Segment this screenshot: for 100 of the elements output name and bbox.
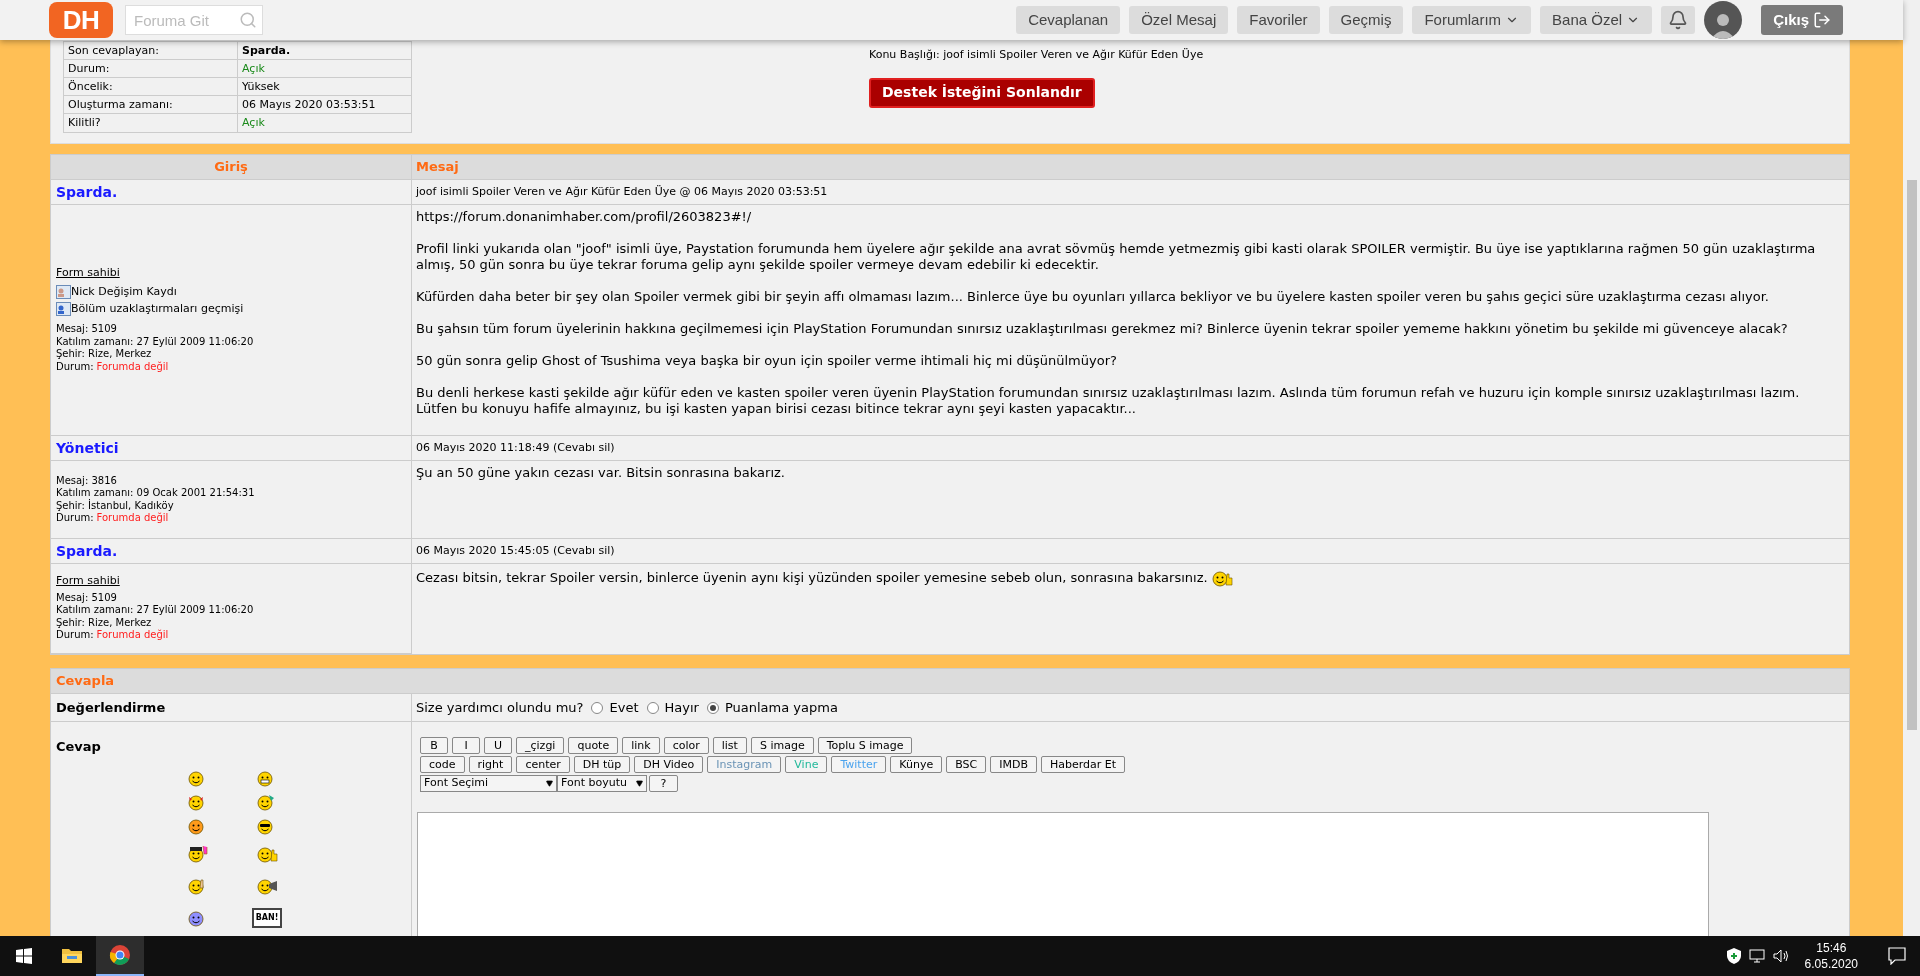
radio-label[interactable]: Puanlama yapma xyxy=(724,697,838,718)
member-stat: Şehir: Rize, Merkez xyxy=(56,616,153,629)
owner-link[interactable]: Form sahibi xyxy=(56,266,120,280)
format-button[interactable]: BSC xyxy=(946,756,987,773)
avatar[interactable] xyxy=(1704,1,1743,39)
format-button[interactable]: code xyxy=(420,756,465,773)
post-meta: 06 Mayıs 2020 11:18:49 (Cevabı sil) xyxy=(416,439,615,456)
taskbar-app[interactable] xyxy=(96,936,144,976)
status-value: Forumda değil xyxy=(96,360,169,374)
font-select[interactable]: Font Seçimi xyxy=(420,775,557,792)
nav-button[interactable]: Özel Mesaj xyxy=(1129,6,1229,34)
megaphone-smiley-icon[interactable] xyxy=(255,876,279,896)
radio-button[interactable] xyxy=(591,701,604,714)
thumbs-up-smiley-icon[interactable] xyxy=(1209,568,1234,588)
member-stat: Mesaj: 3816 xyxy=(56,474,118,487)
clock[interactable]: 15:46 6.05.2020 xyxy=(1798,940,1864,972)
scrollbar[interactable] xyxy=(1903,0,1920,936)
ban-sign-icon[interactable]: BAN! xyxy=(251,908,283,928)
size-select[interactable]: Font boyutu xyxy=(557,775,647,792)
rating-question: Size yardımcı olundu mu? xyxy=(416,698,584,717)
format-button[interactable]: I xyxy=(452,737,480,754)
message-paragraph: Profil linki yukarıda olan "joof" isimli üye, Paystation forumunda hem üyelere ağır şekilde ana avrat sövmüş hemde yetmezmiş gibi kasti olarak SPOILER vermiştir. Bu üye ise yaptıklarına rağmen 50 gün uzaklaştırma almış, 50 gün sonra bu üye tekrar foruma gelip aynı şekilde spoiler vermeye devam edebilir ki edecektir. xyxy=(416,241,1817,273)
search-field[interactable]: Foruma Git xyxy=(125,5,263,35)
status-value: Forumda değil xyxy=(96,629,169,642)
speaker-icon xyxy=(1772,949,1791,963)
message-paragraph: 50 gün sonra gelip Ghost of Tsushima veya başka bir oyun için spoiler verme ihtimali hiç mi düşünülmüyor? xyxy=(416,353,1118,369)
answer-label: Cevap xyxy=(56,739,101,754)
scrollbar-thumb[interactable] xyxy=(1906,180,1917,730)
message-paragraph: Bu denli herkese kasti şekilde ağır küfür eden ve kasten spoiler veren üyenin PlayStation forumundan sınırsız uzaklaştırılması lazım. Aslında tüm forumun refah ve huzuru için komple sınırsız uzaklaştırılması lazım. Lütfen bu konuyu hafife almayınız, bu işi kasten yapan birisi cezası bitince tekrar aynı şeyi kasten yapacaktır... xyxy=(416,385,1801,417)
post-meta: 06 Mayıs 2020 15:45:05 (Cevabı sil) xyxy=(416,542,615,559)
format-button[interactable]: Künye xyxy=(890,756,943,773)
format-button[interactable]: color xyxy=(663,737,709,754)
section-title: Cevapla xyxy=(56,672,115,691)
author-name[interactable]: Sparda. xyxy=(56,181,118,203)
status-value: Forumda değil xyxy=(96,512,169,525)
nav-button[interactable]: Cevaplanan xyxy=(1016,6,1121,34)
format-button[interactable]: list xyxy=(712,737,747,754)
radio-button[interactable] xyxy=(646,701,659,714)
close-ticket-button[interactable]: Destek İsteğini Sonlandır xyxy=(869,77,1095,108)
windows-logo-icon xyxy=(16,948,32,964)
format-button[interactable]: B xyxy=(420,737,448,754)
field-value: Yüksek xyxy=(241,79,281,95)
profile-link[interactable]: Nick Değişim Kaydı xyxy=(71,283,177,301)
nav-button[interactable]: Bana Özel xyxy=(1540,6,1653,34)
status-label: Durum: xyxy=(56,360,94,374)
exit-icon xyxy=(1813,11,1831,29)
member-stat: Katılım zamanı: 27 Eylül 2009 11:06:20 xyxy=(56,335,255,349)
field-label: Kilitli? xyxy=(64,114,238,132)
author-name[interactable]: Yönetici xyxy=(56,437,119,459)
nav-button[interactable]: Favoriler xyxy=(1237,6,1320,34)
format-button[interactable]: DH tüp xyxy=(573,756,631,773)
format-button[interactable]: IMDB xyxy=(990,756,1037,773)
message-paragraph: Küfürden daha beter bir şey olan Spoiler vermek gibi bir şeyin affı olmaması lazım... Binlerce üye bu oyunları yıllarca bekliyor ve bu üyelere kasten spoiler veren bu şahıs geçici süre uzaklaştırma cezası alıyor. xyxy=(416,289,1770,305)
field-value: Sparda. xyxy=(241,43,292,59)
smiley-icon[interactable] xyxy=(186,844,210,864)
post-meta: joof isimli Spoiler Veren ve Ağır Küfür Eden Üye @ 06 Mayıs 2020 03:53:51 xyxy=(416,183,828,200)
subject-text: Konu Başlığı: joof isimli Spoiler Veren ve Ağır Küfür Eden Üye xyxy=(869,47,1204,63)
format-button[interactable]: center xyxy=(516,756,570,773)
nav-button[interactable]: Forumlarım xyxy=(1412,6,1532,34)
dropdown-arrow-icon xyxy=(636,780,643,787)
author-name[interactable]: Sparda. xyxy=(56,540,118,562)
radio-button[interactable] xyxy=(706,701,719,714)
field-label: Oluşturma zamanı: xyxy=(64,96,238,114)
member-stat: Mesaj: 5109 xyxy=(56,323,118,336)
owner-link[interactable]: Form sahibi xyxy=(56,575,120,588)
format-button[interactable]: U xyxy=(484,737,512,754)
notification-button[interactable] xyxy=(1661,6,1696,34)
status-label: Durum: xyxy=(56,629,94,642)
profile-link[interactable]: Bölüm uzaklaştırmaları geçmişi xyxy=(71,300,244,318)
format-button[interactable]: Toplu S image xyxy=(817,737,913,754)
radio-label[interactable]: Evet xyxy=(609,697,639,718)
format-button[interactable]: DH Video xyxy=(634,756,704,773)
format-button[interactable]: S image xyxy=(750,737,814,754)
field-value: Açık xyxy=(241,61,266,77)
format-button[interactable]: quote xyxy=(568,737,619,754)
radio-label[interactable]: Hayır xyxy=(664,697,699,718)
thumbs-up-smiley-icon[interactable] xyxy=(255,844,279,864)
member-stat: Mesaj: 5109 xyxy=(56,591,118,605)
dropdown-arrow-icon xyxy=(546,780,553,787)
rating-label: Değerlendirme xyxy=(56,698,166,717)
logout-button[interactable]: Çıkış xyxy=(1761,5,1843,35)
format-button[interactable]: right xyxy=(468,756,513,773)
format-button[interactable]: link xyxy=(622,737,660,754)
network-icon xyxy=(1748,949,1765,963)
id-card-icon xyxy=(56,284,71,299)
help-button[interactable]: ? xyxy=(649,775,678,792)
nav-button[interactable]: Geçmiş xyxy=(1328,6,1404,34)
message-paragraph: https://forum.donanimhaber.com/profil/2603823#!/ xyxy=(416,209,753,225)
field-label: Son cevaplayan: xyxy=(64,42,238,60)
format-button[interactable]: _çizgi xyxy=(516,737,565,754)
message-paragraph: Şu an 50 güne yakın cezası var. Bitsin sonrasına bakarız. xyxy=(416,465,786,481)
browser-icon xyxy=(109,944,131,966)
member-stat: Katılım zamanı: 27 Eylül 2009 11:06:20 xyxy=(56,604,255,617)
message-paragraph: Bu şahsın tüm forum üyelerinin hakkına geçilmemesi için PlayStation Forumundan sınırsız uzaklaştırılması gerekmez mi? Binlerce üyenin tekrar spoiler yememe hakkını yönetim bu şekilde mi güvenceye alacak? xyxy=(416,321,1789,337)
member-stat: Şehir: Rize, Merkez xyxy=(56,348,153,361)
field-value: 06 Mayıs 2020 03:53:51 xyxy=(241,97,377,113)
format-button[interactable]: Haberdar Et xyxy=(1041,756,1126,773)
field-label: Durum: xyxy=(64,60,238,78)
user-card-icon xyxy=(56,301,71,316)
bell-icon xyxy=(1668,10,1689,30)
